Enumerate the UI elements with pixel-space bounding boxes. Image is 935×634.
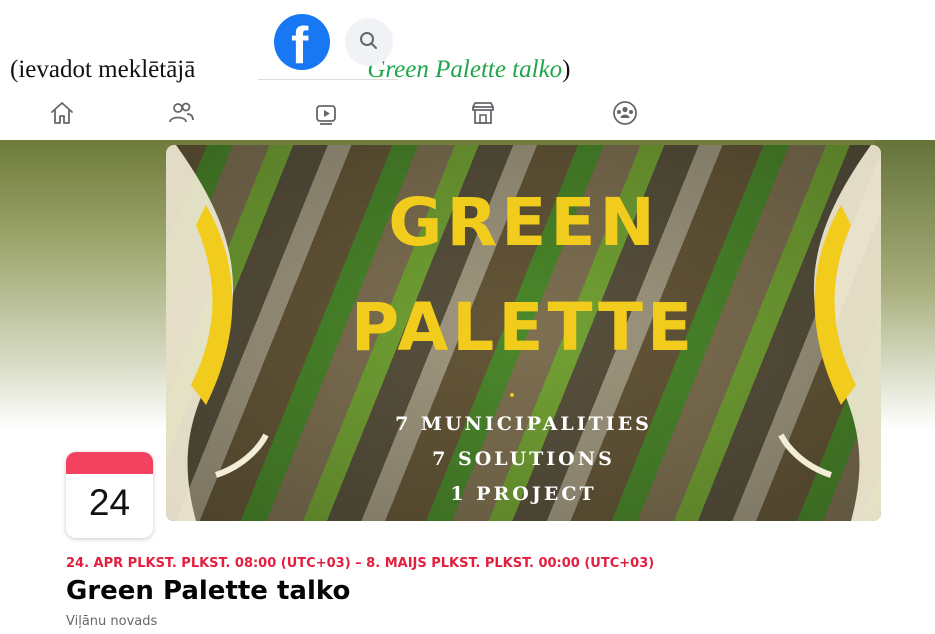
facebook-nav-bar bbox=[0, 95, 935, 135]
event-title: Green Palette talko bbox=[66, 576, 351, 606]
cover-subtitle-line2: 7 SOLUTIONS bbox=[432, 448, 615, 470]
cover-subtitle-line3: 1 PROJECT bbox=[450, 483, 597, 505]
facebook-logo-letter: f bbox=[291, 17, 309, 70]
search-button[interactable] bbox=[345, 18, 393, 66]
search-icon bbox=[360, 32, 377, 49]
cover-title-line2: PALETTE bbox=[350, 289, 697, 366]
groups-icon[interactable] bbox=[609, 97, 641, 129]
watch-icon[interactable] bbox=[310, 97, 342, 129]
cover-title-line1: GREEN bbox=[388, 184, 659, 261]
cover-subtitle-line1: 7 MUNICIPALITIES bbox=[395, 413, 652, 435]
logo-divider bbox=[258, 79, 398, 80]
home-icon[interactable] bbox=[46, 97, 78, 129]
marketplace-icon[interactable] bbox=[467, 97, 499, 129]
event-location[interactable]: Viļānu novads bbox=[66, 614, 157, 629]
caption-prefix: (ievadot meklētājā bbox=[10, 56, 196, 83]
caption-suffix: ) bbox=[562, 56, 571, 83]
event-day: 24 bbox=[88, 482, 131, 523]
facebook-logo-icon[interactable]: f bbox=[274, 14, 330, 70]
event-date-range: 24. APR PLKST. PLKST. 08:00 (UTC+03) – 8… bbox=[66, 556, 655, 571]
friends-icon[interactable] bbox=[165, 97, 197, 129]
event-cover-image[interactable]: GREEN PALETTE 7 MUNICIPALITIES 7 SOLUTIO… bbox=[166, 145, 881, 521]
event-date-card: 24 bbox=[66, 452, 153, 538]
date-card-header bbox=[66, 452, 153, 474]
